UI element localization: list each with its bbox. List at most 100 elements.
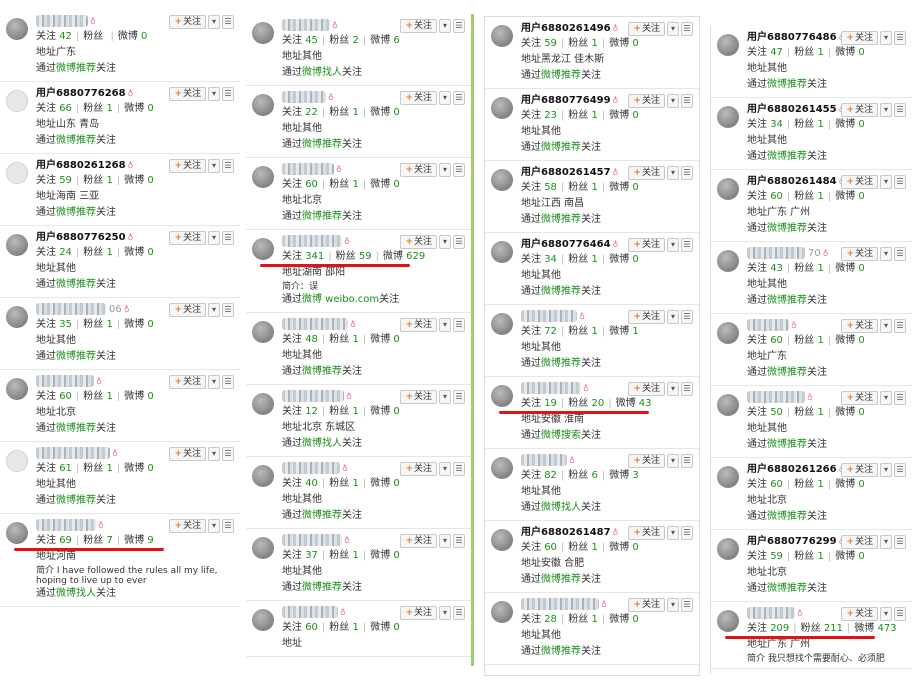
following-count-label[interactable]: 关注 bbox=[747, 263, 767, 274]
weibo-count-label[interactable]: 微博 bbox=[124, 391, 144, 402]
fans-count[interactable]: 1 bbox=[817, 335, 823, 346]
fans-count[interactable]: 1 bbox=[106, 103, 112, 114]
chevron-down-icon[interactable]: ▾ bbox=[880, 607, 892, 621]
weibo-count[interactable]: 0 bbox=[632, 254, 638, 265]
follow-button[interactable]: +关注 bbox=[628, 526, 665, 540]
follow-button[interactable]: +关注 bbox=[841, 319, 878, 333]
user-name-text[interactable]: 用户6880776464 bbox=[521, 239, 611, 250]
weibo-count[interactable]: 0 bbox=[632, 614, 638, 625]
source-link[interactable]: 微博推荐 bbox=[541, 70, 581, 81]
fans-count[interactable]: 1 bbox=[817, 263, 823, 274]
follow-button[interactable]: +关注 bbox=[400, 19, 437, 33]
fans-count-label[interactable]: 粉丝 bbox=[329, 406, 349, 417]
weibo-count-label[interactable]: 微博 bbox=[124, 103, 144, 114]
avatar[interactable] bbox=[252, 321, 274, 343]
follow-button[interactable]: +关注 bbox=[841, 31, 878, 45]
fans-count[interactable]: 7 bbox=[106, 535, 112, 546]
user-name-text[interactable]: 用户6880776299 bbox=[747, 536, 837, 547]
following-count[interactable]: 60 bbox=[770, 479, 783, 490]
fans-count[interactable]: 1 bbox=[352, 107, 358, 118]
following-count-label[interactable]: 关注 bbox=[521, 254, 541, 265]
follow-button[interactable]: +关注 bbox=[628, 598, 665, 612]
fans-count[interactable]: 1 bbox=[106, 175, 112, 186]
source-link[interactable]: 微博推荐 bbox=[767, 439, 807, 450]
source-link[interactable]: 微博推荐 bbox=[56, 351, 96, 362]
menu-icon[interactable]: ☰ bbox=[894, 607, 906, 621]
fans-count[interactable]: 1 bbox=[591, 326, 597, 337]
source-link[interactable]: 微博推荐 bbox=[56, 63, 96, 74]
following-count[interactable]: 66 bbox=[59, 103, 72, 114]
weibo-count-label[interactable]: 微博 bbox=[835, 551, 855, 562]
avatar[interactable] bbox=[252, 166, 274, 188]
fans-count-label[interactable]: 粉丝 bbox=[329, 478, 349, 489]
chevron-down-icon[interactable]: ▾ bbox=[208, 303, 220, 317]
weibo-count-label[interactable]: 微博 bbox=[124, 175, 144, 186]
follow-button[interactable]: +关注 bbox=[400, 163, 437, 177]
following-count-label[interactable]: 关注 bbox=[282, 251, 302, 262]
fans-count[interactable]: 6 bbox=[591, 470, 597, 481]
menu-icon[interactable]: ☰ bbox=[894, 247, 906, 261]
following-count[interactable]: 72 bbox=[544, 326, 557, 337]
weibo-count[interactable]: 0 bbox=[147, 391, 153, 402]
chevron-down-icon[interactable]: ▾ bbox=[880, 463, 892, 477]
menu-icon[interactable]: ☰ bbox=[453, 390, 465, 404]
chevron-down-icon[interactable]: ▾ bbox=[667, 238, 679, 252]
source-link[interactable]: 微博找人 bbox=[302, 438, 342, 449]
following-count-label[interactable]: 关注 bbox=[282, 622, 302, 633]
weibo-count[interactable]: 0 bbox=[393, 550, 399, 561]
source-link[interactable]: 微博找人 bbox=[541, 502, 581, 513]
fans-count-label[interactable]: 粉丝 bbox=[83, 247, 103, 258]
following-count-label[interactable]: 关注 bbox=[747, 551, 767, 562]
user-name-text[interactable]: 用户6880776486 bbox=[747, 32, 837, 43]
avatar[interactable] bbox=[6, 90, 28, 112]
menu-icon[interactable]: ☰ bbox=[894, 391, 906, 405]
avatar[interactable] bbox=[717, 250, 739, 272]
menu-icon[interactable]: ☰ bbox=[681, 310, 693, 324]
fans-count-label[interactable]: 粉丝 bbox=[794, 551, 814, 562]
fans-count-label[interactable]: 粉丝 bbox=[83, 535, 103, 546]
weibo-count[interactable]: 0 bbox=[393, 107, 399, 118]
fans-count[interactable]: 1 bbox=[106, 247, 112, 258]
following-count[interactable]: 22 bbox=[305, 107, 318, 118]
following-count[interactable]: 47 bbox=[770, 47, 783, 58]
following-count[interactable]: 42 bbox=[59, 31, 72, 42]
fans-count[interactable]: 1 bbox=[817, 191, 823, 202]
menu-icon[interactable]: ☰ bbox=[222, 447, 234, 461]
following-count[interactable]: 37 bbox=[305, 550, 318, 561]
follow-button[interactable]: +关注 bbox=[169, 15, 206, 29]
weibo-count[interactable]: 0 bbox=[147, 463, 153, 474]
source-link[interactable]: 微博推荐 bbox=[302, 366, 342, 377]
chevron-down-icon[interactable]: ▾ bbox=[667, 454, 679, 468]
fans-count-label[interactable]: 粉丝 bbox=[801, 623, 821, 634]
following-count[interactable]: 19 bbox=[544, 398, 557, 409]
following-count-label[interactable]: 关注 bbox=[36, 535, 56, 546]
weibo-count-label[interactable]: 微博 bbox=[370, 406, 390, 417]
follow-button[interactable]: +关注 bbox=[841, 247, 878, 261]
following-count-label[interactable]: 关注 bbox=[521, 614, 541, 625]
chevron-down-icon[interactable]: ▾ bbox=[208, 231, 220, 245]
fans-count-label[interactable]: 粉丝 bbox=[794, 119, 814, 130]
follow-button[interactable]: +关注 bbox=[628, 310, 665, 324]
fans-count[interactable]: 59 bbox=[359, 251, 372, 262]
follow-button[interactable]: +关注 bbox=[400, 318, 437, 332]
follow-button[interactable]: +关注 bbox=[169, 231, 206, 245]
following-count-label[interactable]: 关注 bbox=[282, 550, 302, 561]
follow-button[interactable]: +关注 bbox=[841, 175, 878, 189]
following-count[interactable]: 34 bbox=[770, 119, 783, 130]
weibo-count-label[interactable]: 微博 bbox=[370, 550, 390, 561]
user-name-text[interactable]: 用户6880261457 bbox=[521, 167, 611, 178]
avatar[interactable] bbox=[252, 22, 274, 44]
fans-count-label[interactable]: 粉丝 bbox=[83, 391, 103, 402]
menu-icon[interactable]: ☰ bbox=[681, 454, 693, 468]
menu-icon[interactable]: ☰ bbox=[681, 382, 693, 396]
fans-count-label[interactable]: 粉丝 bbox=[83, 103, 103, 114]
menu-icon[interactable]: ☰ bbox=[894, 463, 906, 477]
weibo-count-label[interactable]: 微博 bbox=[609, 542, 629, 553]
following-count[interactable]: 59 bbox=[770, 551, 783, 562]
follow-button[interactable]: +关注 bbox=[628, 454, 665, 468]
fans-count[interactable]: 1 bbox=[352, 622, 358, 633]
user-name-text[interactable]: 用户6880776499 bbox=[521, 95, 611, 106]
chevron-down-icon[interactable]: ▾ bbox=[667, 598, 679, 612]
source-link[interactable]: 微博推荐 bbox=[541, 286, 581, 297]
source-link[interactable]: 微博推荐 bbox=[767, 223, 807, 234]
